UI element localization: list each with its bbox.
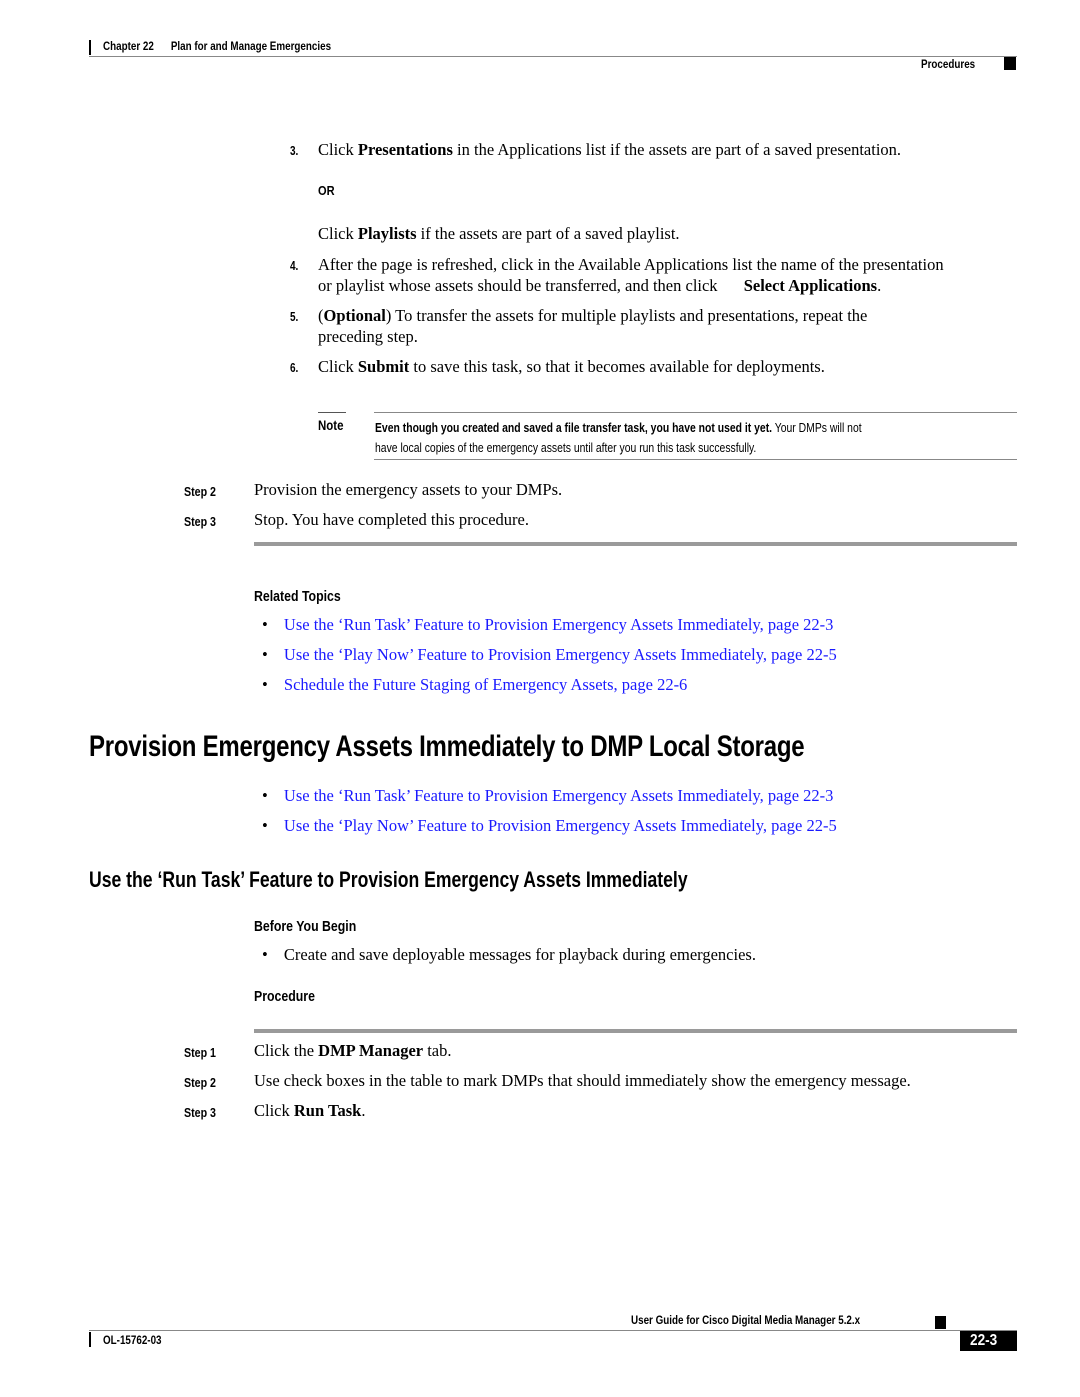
footer-doc-number: OL-15762-03 bbox=[103, 1333, 162, 1347]
dmp-manager-ref: DMP Manager bbox=[318, 1041, 424, 1060]
related-topic-item: • Use the ‘Run Task’ Feature to Provisio… bbox=[262, 614, 833, 635]
bullet-icon: • bbox=[262, 615, 268, 634]
bullet-icon: • bbox=[262, 645, 268, 664]
note-top-rule bbox=[374, 412, 1017, 413]
section1-link-item: • Use the ‘Run Task’ Feature to Provisio… bbox=[262, 785, 833, 806]
footer-guide-title: User Guide for Cisco Digital Media Manag… bbox=[631, 1313, 861, 1327]
procedure-start-rule bbox=[254, 1029, 1017, 1033]
related-topic-item: • Use the ‘Play Now’ Feature to Provisio… bbox=[262, 644, 837, 665]
header-section: Procedures bbox=[921, 57, 976, 71]
header-chapter: Chapter 22 Plan for and Manage Emergenci… bbox=[103, 39, 331, 53]
substep-number: 3. bbox=[290, 144, 299, 158]
footer-marker bbox=[935, 1316, 946, 1329]
playlists-ref: Playlists bbox=[357, 224, 417, 243]
section1-link-item: • Use the ‘Play Now’ Feature to Provisio… bbox=[262, 815, 837, 836]
note-bold-text: Even though you created and saved a file… bbox=[375, 420, 773, 435]
step-label: Step 2 bbox=[184, 484, 216, 499]
chapter-number: Chapter 22 bbox=[103, 39, 154, 53]
substep-number: 5. bbox=[290, 310, 299, 324]
bullet-icon: • bbox=[262, 786, 268, 805]
note-bottom-rule bbox=[374, 459, 1017, 460]
substep-number: 6. bbox=[290, 361, 299, 375]
step-label: Step 3 bbox=[184, 514, 216, 529]
section1-links: • Use the ‘Run Task’ Feature to Provisio… bbox=[262, 785, 1022, 845]
bullet-icon: • bbox=[262, 945, 268, 964]
header-left-bar bbox=[89, 40, 91, 55]
step-label: Step 2 bbox=[184, 1075, 216, 1090]
header-rule bbox=[89, 56, 1017, 57]
substep-3-alt: Click Playlists if the assets are part o… bbox=[318, 224, 680, 243]
link-schedule-future-staging[interactable]: Schedule the Future Staging of Emergency… bbox=[284, 675, 687, 694]
link-run-task-feature[interactable]: Use the ‘Run Task’ Feature to Provision … bbox=[284, 615, 834, 634]
section-title-provision-emergency-assets: Provision Emergency Assets Immediately t… bbox=[89, 730, 805, 763]
substep-number: 4. bbox=[290, 259, 299, 273]
section-title-run-task-feature: Use the ‘Run Task’ Feature to Provision … bbox=[89, 867, 688, 892]
bullet-icon: • bbox=[262, 675, 268, 694]
prerequisite-item: • Create and save deployable messages fo… bbox=[262, 945, 756, 964]
or-label: OR bbox=[318, 183, 335, 198]
related-topic-item: • Schedule the Future Staging of Emergen… bbox=[262, 674, 687, 695]
note-body: Even though you created and saved a file… bbox=[375, 420, 862, 455]
link-play-now-feature[interactable]: Use the ‘Play Now’ Feature to Provision … bbox=[284, 816, 837, 835]
link-play-now-feature[interactable]: Use the ‘Play Now’ Feature to Provision … bbox=[284, 645, 837, 664]
procedure-heading: Procedure bbox=[254, 989, 315, 1005]
step-label: Step 3 bbox=[184, 1105, 216, 1120]
header-section-marker bbox=[1004, 57, 1016, 70]
presentations-ref: Presentations bbox=[357, 140, 453, 159]
step-label: Step 1 bbox=[184, 1045, 216, 1060]
footer-rule bbox=[89, 1330, 1017, 1331]
related-topics-heading: Related Topics bbox=[254, 589, 341, 605]
procedure-end-rule bbox=[254, 542, 1017, 546]
related-topics-list: • Use the ‘Run Task’ Feature to Provisio… bbox=[262, 614, 1022, 704]
optional-ref: Optional bbox=[323, 306, 386, 325]
before-you-begin-heading: Before You Begin bbox=[254, 919, 357, 935]
select-applications-ref: Select Applications bbox=[743, 276, 878, 295]
submit-ref: Submit bbox=[357, 357, 410, 376]
run-task-ref: Run Task bbox=[293, 1101, 362, 1120]
bullet-icon: • bbox=[262, 816, 268, 835]
footer-left-bar bbox=[89, 1332, 91, 1347]
note-label-rule bbox=[318, 412, 346, 413]
step-text: Stop. You have completed this procedure. bbox=[254, 510, 529, 529]
link-run-task-feature[interactable]: Use the ‘Run Task’ Feature to Provision … bbox=[284, 786, 834, 805]
step-text: Provision the emergency assets to your D… bbox=[254, 480, 563, 499]
before-you-begin-list: • Create and save deployable messages fo… bbox=[262, 944, 1022, 966]
page-number: 22-3 bbox=[970, 1332, 998, 1349]
note-label: Note bbox=[318, 418, 344, 433]
chapter-title: Plan for and Manage Emergencies bbox=[170, 39, 332, 53]
